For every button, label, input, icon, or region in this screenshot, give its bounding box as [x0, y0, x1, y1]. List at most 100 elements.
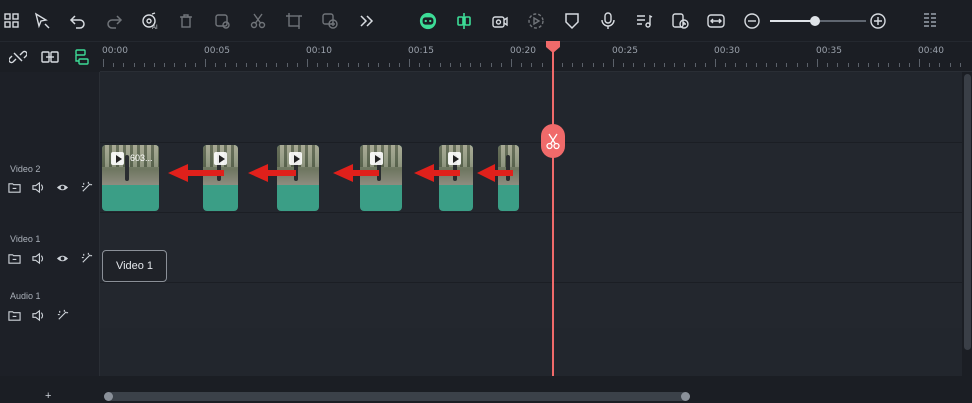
playhead-handle[interactable] — [546, 41, 560, 53]
ruler-tick — [959, 63, 961, 67]
ruler-tick — [143, 63, 145, 67]
ruler-tick — [592, 63, 594, 67]
volume-icon[interactable] — [31, 251, 45, 265]
scrollbar-right-handle[interactable] — [681, 392, 690, 401]
ruler-tick — [613, 59, 614, 67]
crop-icon[interactable] — [210, 9, 234, 33]
ruler-tick — [215, 63, 217, 67]
ruler-tick — [939, 63, 941, 67]
undo-icon[interactable] — [66, 9, 90, 33]
text-speech-icon[interactable] — [318, 9, 342, 33]
ruler-tick — [133, 63, 135, 67]
ruler-tick — [929, 63, 931, 67]
ruler-tick — [837, 63, 839, 67]
ruler-tick — [806, 63, 808, 67]
vertical-scrollbar[interactable] — [962, 72, 972, 376]
zoom-slider[interactable] — [770, 16, 866, 26]
track-controls-video-2 — [7, 180, 93, 194]
magic-wand-icon[interactable] — [79, 180, 93, 194]
zoom-out-icon[interactable] — [740, 9, 764, 33]
ruler-tick — [776, 63, 778, 67]
add-track-button[interactable]: + — [45, 390, 51, 402]
ruler-tick — [419, 63, 421, 67]
snap-magnet-icon[interactable] — [452, 9, 476, 33]
zoom-slider-fill — [770, 20, 816, 22]
delete-icon[interactable] — [174, 9, 198, 33]
layout-grid-icon[interactable] — [0, 9, 24, 33]
ruler-tick — [623, 63, 625, 67]
more-tools-icon[interactable] — [354, 9, 378, 33]
ruler-tick — [664, 63, 665, 67]
ruler-time-label: 00:25 — [612, 46, 638, 56]
ruler-tick — [745, 63, 747, 67]
ruler-tick — [949, 63, 951, 67]
ruler-tick — [653, 63, 655, 67]
track-layout-icon[interactable] — [70, 45, 94, 69]
play-badge-icon — [214, 152, 227, 165]
auto-ripple-icon[interactable] — [668, 9, 692, 33]
ruler-tick — [184, 63, 186, 67]
scissors-icon — [546, 133, 560, 150]
track-headers: Video 2 Video 1 Audio 1 — [0, 72, 100, 376]
voiceover-mic-icon[interactable] — [596, 9, 620, 33]
horizontal-scrollbar[interactable] — [104, 392, 690, 401]
timeline-area[interactable]: 603... Video 1 — [100, 72, 962, 376]
playhead-split-button[interactable] — [541, 124, 565, 158]
track-controls-audio-1 — [7, 308, 69, 322]
unlink-icon[interactable] — [6, 45, 30, 69]
ruler-tick — [266, 63, 268, 67]
ruler-tick — [409, 59, 410, 67]
folder-lock-icon[interactable] — [7, 251, 21, 265]
ruler-tick — [888, 63, 890, 67]
ruler-tick — [521, 63, 523, 67]
visibility-eye-icon[interactable] — [55, 251, 69, 265]
ruler-tick — [368, 63, 370, 67]
ruler-tick — [715, 59, 716, 67]
ruler-tick — [827, 63, 829, 67]
magic-wand-icon[interactable] — [79, 251, 93, 265]
folder-lock-icon[interactable] — [7, 180, 21, 194]
marker-shield-icon[interactable] — [560, 9, 584, 33]
volume-icon[interactable] — [31, 308, 45, 322]
visibility-eye-icon[interactable] — [55, 180, 69, 194]
ruler-tick — [286, 63, 288, 67]
ruler-tick — [786, 63, 788, 67]
ai-mascot-icon[interactable] — [416, 9, 440, 33]
timeline-editor: AI 00:00 00:05 00:10 00:15 00:20 00:25 0… — [0, 0, 972, 403]
render-preview-icon[interactable] — [524, 9, 548, 33]
ruler-tick — [154, 63, 155, 67]
vertical-scrollbar-thumb[interactable] — [964, 74, 971, 350]
video-clip[interactable]: 603... — [102, 145, 159, 211]
transform-icon[interactable] — [282, 9, 306, 33]
ruler-tick — [878, 63, 880, 67]
magic-wand-icon[interactable] — [55, 308, 69, 322]
ruler-tick — [327, 63, 329, 67]
ruler-tick — [205, 59, 206, 67]
lane-audio-1[interactable] — [100, 282, 962, 328]
cut-icon[interactable] — [246, 9, 270, 33]
playhead[interactable] — [552, 42, 554, 403]
timeline-footer: + — [0, 376, 972, 403]
ruler-tick — [347, 63, 349, 67]
ruler-tick — [704, 63, 706, 67]
link-track-icon[interactable] — [38, 45, 62, 69]
volume-icon[interactable] — [31, 180, 45, 194]
record-screen-icon[interactable] — [488, 9, 512, 33]
ai-audio-icon[interactable]: AI — [138, 9, 162, 33]
audio-list-icon[interactable] — [632, 9, 656, 33]
zoom-in-icon[interactable] — [866, 9, 890, 33]
redo-icon[interactable] — [102, 9, 126, 33]
lane-video-1[interactable] — [100, 212, 962, 282]
ruler-tick — [868, 63, 869, 67]
ruler-tick — [113, 63, 115, 67]
ruler-tick — [674, 63, 676, 67]
left-arrow-icon — [414, 164, 460, 182]
scrollbar-left-handle[interactable] — [104, 392, 113, 401]
panel-settings-icon[interactable] — [918, 9, 942, 33]
fit-width-icon[interactable] — [704, 9, 728, 33]
time-ruler[interactable]: 00:00 00:05 00:10 00:15 00:20 00:25 00:30 00:35… — [100, 42, 972, 72]
zoom-slider-thumb[interactable] — [810, 16, 821, 26]
ruler-tick — [194, 63, 196, 67]
folder-lock-icon[interactable] — [7, 308, 21, 322]
select-cursor-icon[interactable] — [30, 9, 54, 33]
